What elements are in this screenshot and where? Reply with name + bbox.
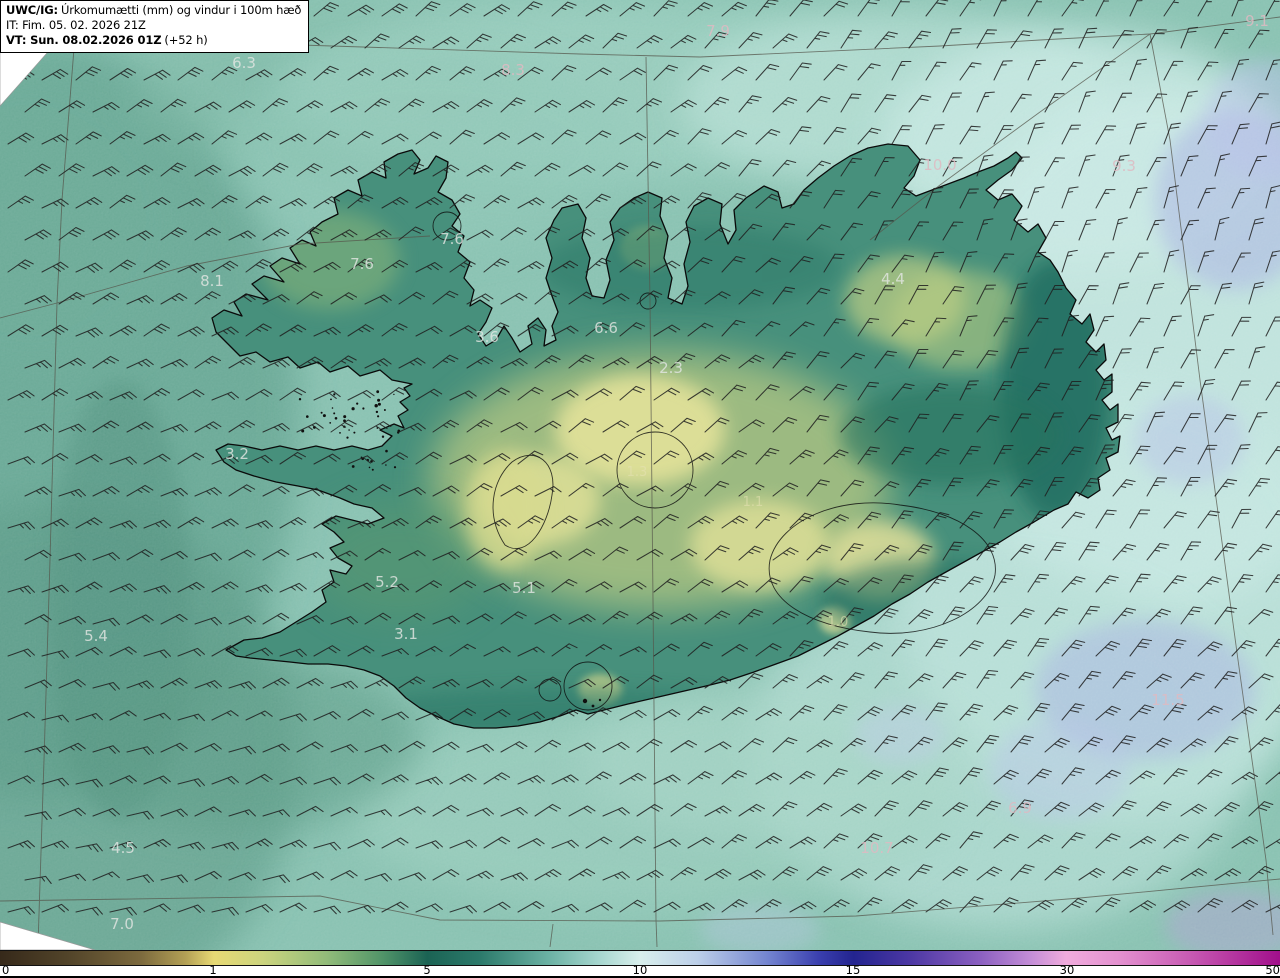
precip-label: 4.5 <box>111 839 135 857</box>
colorbar-tick-label: 30 <box>1059 963 1075 977</box>
precip-label: 9.3 <box>1112 157 1136 175</box>
precip-label-glacier: 1.1 <box>743 495 764 510</box>
map-canvas: 6.3 8.3 7.9 9.1 10.0 9.3 7.6 7.6 8.1 4.4 6.6 3.6 2.3… <box>0 0 1280 950</box>
colorbar-tick-label: 15 <box>845 963 861 977</box>
precip-label: 6.9 <box>1008 799 1032 817</box>
colorbar-tick-label: 0 <box>2 963 10 977</box>
precip-label: 5.2 <box>375 573 399 591</box>
weather-map-screenshot: 6.3 8.3 7.9 9.1 10.0 9.3 7.6 7.6 8.1 4.4 6.6 3.6 2.3… <box>0 0 1280 978</box>
precip-label: 9.1 <box>1245 12 1269 30</box>
colorbar-tick-label: 50 <box>1265 963 1280 977</box>
precip-label: 5.1 <box>512 579 536 597</box>
precip-label: 6.6 <box>594 319 618 337</box>
precip-label: 3.2 <box>225 445 249 463</box>
precip-label: 5.4 <box>84 627 108 645</box>
precip-label: 4.4 <box>881 270 905 288</box>
precip-label: 7.6 <box>350 255 374 273</box>
colorbar-tick-label: 5 <box>423 963 431 977</box>
title-box: UWC/IG: Úrkomumætti (mm) og vindur i 100m… <box>0 0 310 53</box>
precip-label-glacier: 1.3 <box>627 465 648 480</box>
title-line-product: UWC/IG: Úrkomumætti (mm) og vindur i 100m… <box>6 3 301 18</box>
precip-label: 3.6 <box>475 328 499 346</box>
product-title: Úrkomumætti (mm) og vindur i 100m hæð <box>60 3 302 17</box>
precip-label-glacier: 1.0 <box>828 615 849 630</box>
precip-label: 7.6 <box>440 230 464 248</box>
precip-label: 8.1 <box>200 272 224 290</box>
colorbar-tick-label: 10 <box>632 963 648 977</box>
precip-label: 6.3 <box>232 54 256 72</box>
precip-label: 2.3 <box>659 359 683 377</box>
lead-time: (+52 h) <box>164 33 208 48</box>
precip-label: 10.0 <box>923 156 956 174</box>
precip-label: 7.0 <box>110 915 134 933</box>
product-code: UWC/IG: <box>6 3 58 17</box>
precip-label: 10.7 <box>860 839 893 857</box>
precip-label: 8.3 <box>501 61 525 79</box>
init-time: IT: Fim. 05. 02. 2026 21Z <box>6 18 146 33</box>
valid-time-line: VT: Sun. 08.02.2026 01Z (+52 h) <box>6 33 301 48</box>
colorbar-tick-label: 1 <box>209 963 217 977</box>
valid-time: VT: Sun. 08.02.2026 01Z <box>6 33 162 48</box>
precip-label: 11.5 <box>1151 691 1184 709</box>
precip-label: 3.1 <box>394 625 418 643</box>
precip-label: 7.9 <box>706 22 730 40</box>
colorbar-tick-labels: 0 1 5 10 15 30 50 <box>0 963 1280 978</box>
